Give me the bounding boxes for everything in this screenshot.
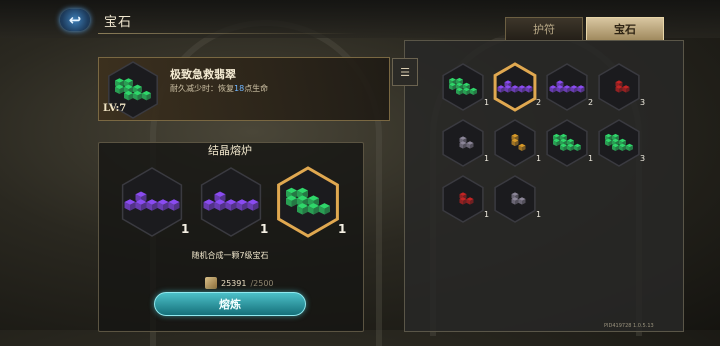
inventory-gem-slot[interactable] xyxy=(438,174,488,224)
gray-gem-icon xyxy=(494,175,536,223)
furnace-slot[interactable] xyxy=(195,162,267,242)
title-divider xyxy=(98,33,358,34)
version-label: PID419728 1.0.5.13 xyxy=(604,323,654,329)
inventory-gem-count: 1 xyxy=(536,154,542,163)
inventory-gem-slot[interactable] xyxy=(438,118,488,168)
inventory-gem-count: 1 xyxy=(484,98,490,107)
inventory-gem-count: 2 xyxy=(588,98,594,107)
inventory-gem-slot[interactable] xyxy=(594,118,644,168)
red-gem-icon xyxy=(442,175,484,223)
inventory-gem-slot[interactable] xyxy=(438,62,488,112)
inventory-gem-count: 1 xyxy=(484,154,490,163)
furnace-slot[interactable] xyxy=(272,162,344,242)
inventory-gem-count: 1 xyxy=(588,154,594,163)
purple-gem-icon xyxy=(546,63,588,111)
slot-count: 1 xyxy=(338,222,347,236)
material-cost: 25391/2500 xyxy=(205,277,274,289)
inventory-gem-count: 1 xyxy=(536,210,542,219)
inventory-gem-slot[interactable] xyxy=(542,118,592,168)
inventory-gem-slot[interactable] xyxy=(542,62,592,112)
page-title: 宝石 xyxy=(104,15,133,30)
red-gem-icon xyxy=(598,63,640,111)
inventory-gem-slot[interactable] xyxy=(490,118,540,168)
furnace-slot[interactable] xyxy=(116,162,188,242)
furnace-title: 结晶熔炉 xyxy=(208,144,252,157)
gray-gem-icon xyxy=(442,119,484,167)
green-gem-icon xyxy=(598,119,640,167)
cost-max: /2500 xyxy=(250,278,274,288)
inventory-gem-count: 3 xyxy=(640,154,646,163)
scroll-icon xyxy=(205,277,217,289)
cost-current: 25391 xyxy=(221,278,247,288)
back-arrow-icon: ↩ xyxy=(68,11,82,29)
green-gem-icon xyxy=(277,166,339,238)
inventory-gem-slot[interactable] xyxy=(594,62,644,112)
slot-count: 1 xyxy=(260,222,269,236)
smelt-button[interactable]: 熔炼 xyxy=(154,292,306,316)
slot-count: 1 xyxy=(181,222,190,236)
purple-gem-icon xyxy=(200,167,262,237)
gem-level: LV:7 xyxy=(103,103,127,114)
tab-amulet[interactable]: 护符 xyxy=(505,17,583,41)
purple-gem-icon xyxy=(121,167,183,237)
inventory-gem-count: 3 xyxy=(640,98,646,107)
green-gem-icon xyxy=(546,119,588,167)
gem-name: 极致急救翡翠 xyxy=(170,68,236,81)
back-button[interactable]: ↩ xyxy=(60,9,90,31)
inventory-gem-slot[interactable] xyxy=(490,62,540,112)
purple-gem-icon xyxy=(493,62,537,112)
orange-gem-icon xyxy=(494,119,536,167)
green-gem-icon xyxy=(442,63,484,111)
tab-gem[interactable]: 宝石 xyxy=(586,17,664,41)
inventory-gem-slot[interactable] xyxy=(490,174,540,224)
sort-button[interactable]: ☰ xyxy=(392,58,418,86)
gem-description: 耐久减少时：恢复18点生命 xyxy=(170,84,269,93)
furnace-hint: 随机合成一颗7级宝石 xyxy=(191,251,269,260)
inventory-gem-count: 1 xyxy=(484,210,490,219)
inventory-gem-count: 2 xyxy=(536,98,542,107)
sort-icon: ☰ xyxy=(400,65,410,79)
